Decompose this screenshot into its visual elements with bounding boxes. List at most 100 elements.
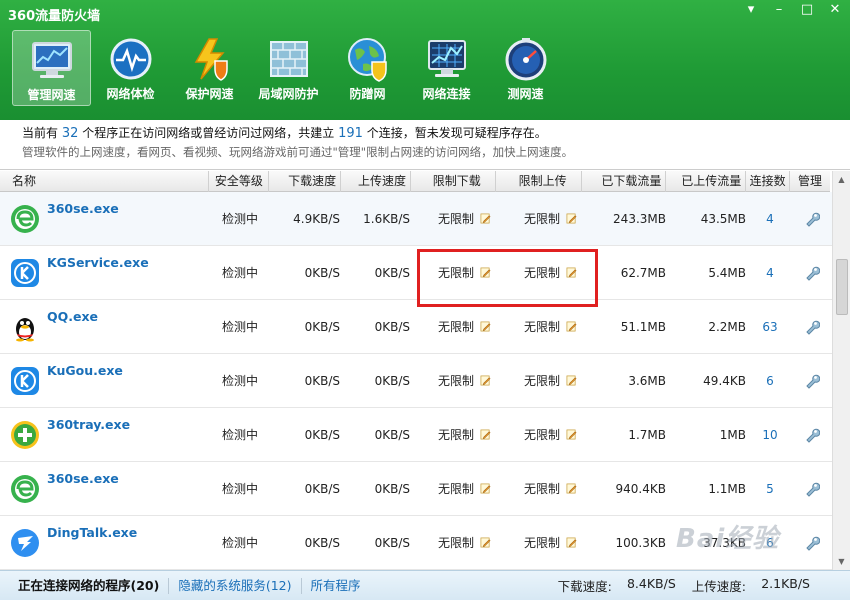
col-name[interactable]: 名称 (0, 171, 210, 192)
cell-limit-upload[interactable]: 无限制 (497, 462, 583, 516)
cell-downloaded: 243.3MB (613, 211, 666, 226)
cell-manage[interactable] (792, 354, 832, 408)
edit-pencil-icon[interactable] (480, 321, 491, 332)
cell-security: 检测中 (221, 428, 258, 442)
limit-download-value: 无限制 (437, 536, 474, 550)
edit-pencil-icon[interactable] (566, 375, 577, 386)
program-name[interactable]: 360se.exe (47, 201, 119, 216)
edit-pencil-icon[interactable] (566, 537, 577, 548)
cell-manage[interactable] (792, 408, 832, 462)
edit-pencil-icon[interactable] (480, 213, 491, 224)
table-row[interactable]: 360se.exe 检测中 4.9KB/S 1.6KB/S 无限制 无限制 243.3MB 4… (0, 192, 832, 246)
tool-network-check[interactable]: 网络体检 (91, 30, 170, 106)
edit-pencil-icon[interactable] (480, 537, 491, 548)
col-downloaded[interactable]: 已下载流量 (582, 171, 667, 192)
edit-pencil-icon[interactable] (566, 483, 577, 494)
cell-limit-upload[interactable]: 无限制 (497, 516, 583, 570)
col-upload-speed[interactable]: 上传速度 (341, 171, 411, 192)
tool-anti-leech[interactable]: 防蹭网 (328, 30, 407, 106)
cell-download-speed: 0KB/S (304, 481, 340, 496)
tool-net-connections[interactable]: 网络连接 (407, 30, 486, 106)
360se-icon (10, 474, 40, 504)
cell-limit-upload[interactable]: 无限制 (497, 354, 583, 408)
wrench-icon[interactable] (804, 481, 820, 497)
cell-manage[interactable] (792, 246, 832, 300)
cell-manage[interactable] (792, 192, 832, 246)
limit-download-value: 无限制 (437, 320, 474, 334)
summary-bar: 当前有 32 个程序正在访问网络或曾经访问过网络，共建立 191 个连接，暂未发… (0, 120, 850, 170)
program-name[interactable]: DingTalk.exe (47, 525, 137, 540)
cell-limit-download[interactable]: 无限制 (412, 192, 497, 246)
wrench-icon[interactable] (804, 535, 820, 551)
edit-pencil-icon[interactable] (480, 375, 491, 386)
cell-limit-upload[interactable]: 无限制 (497, 408, 583, 462)
tab-hidden-services[interactable]: 隐藏的系统服务(12) (169, 577, 302, 594)
menu-dropdown-button[interactable]: ▾ (744, 2, 758, 17)
upload-speed-value: 2.1KB/S (761, 576, 810, 591)
edit-pencil-icon[interactable] (566, 213, 577, 224)
table-row[interactable]: KGService.exe 检测中 0KB/S 0KB/S 无限制 无限制 62.7MB 5.… (0, 246, 832, 300)
col-limit-upload[interactable]: 限制上传 (496, 171, 582, 192)
table-row[interactable]: 360tray.exe 检测中 0KB/S 0KB/S 无限制 无限制 1.7MB 1MB 10 (0, 408, 832, 462)
wrench-icon[interactable] (804, 373, 820, 389)
tool-manage-speed[interactable]: 管理网速 (12, 30, 91, 106)
edit-pencil-icon[interactable] (480, 429, 491, 440)
wrench-icon[interactable] (804, 427, 820, 443)
tool-protect-speed[interactable]: 保护网速 (170, 30, 249, 106)
cell-connections[interactable]: 4 (748, 246, 792, 300)
tool-lan-protect[interactable]: 局域网防护 (249, 30, 328, 106)
col-security[interactable]: 安全等级 (209, 171, 270, 192)
cell-connections[interactable]: 10 (748, 408, 792, 462)
limit-download-value: 无限制 (437, 374, 474, 388)
cell-upload-speed: 0KB/S (374, 265, 410, 280)
wrench-icon[interactable] (804, 211, 820, 227)
cell-limit-download[interactable]: 无限制 (412, 300, 497, 354)
edit-pencil-icon[interactable] (480, 483, 491, 494)
scroll-up-arrow[interactable]: ▲ (833, 171, 850, 188)
cell-limit-download[interactable]: 无限制 (412, 354, 497, 408)
cell-connections[interactable]: 63 (748, 300, 792, 354)
table-row[interactable]: KuGou.exe 检测中 0KB/S 0KB/S 无限制 无限制 3.6MB 49.4KB 6 (0, 354, 832, 408)
cell-connections[interactable]: 5 (748, 462, 792, 516)
vertical-scrollbar[interactable]: ▲ ▼ (832, 171, 850, 570)
cell-connections[interactable]: 6 (748, 354, 792, 408)
edit-pencil-icon[interactable] (566, 321, 577, 332)
table-row[interactable]: QQ.exe 检测中 0KB/S 0KB/S 无限制 无限制 51.1MB 2.2MB 63 (0, 300, 832, 354)
maximize-button[interactable]: □ (800, 2, 814, 17)
cell-upload-speed: 0KB/S (374, 535, 410, 550)
table-row[interactable]: 360se.exe 检测中 0KB/S 0KB/S 无限制 无限制 940.4KB 1.1MB… (0, 462, 832, 516)
edit-pencil-icon[interactable] (566, 429, 577, 440)
cell-limit-upload[interactable]: 无限制 (497, 192, 583, 246)
tab-connected-programs[interactable]: 正在连接网络的程序(20) (0, 577, 170, 594)
wrench-icon[interactable] (804, 265, 820, 281)
cell-manage[interactable] (792, 462, 832, 516)
heartbeat-globe-icon (110, 38, 151, 80)
scroll-down-arrow[interactable]: ▼ (833, 553, 850, 570)
cell-limit-download[interactable]: 无限制 (412, 408, 497, 462)
wrench-icon[interactable] (804, 319, 820, 335)
cell-limit-upload[interactable]: 无限制 (497, 300, 583, 354)
program-name[interactable]: QQ.exe (47, 309, 98, 324)
cell-manage[interactable] (792, 516, 832, 570)
cell-downloaded: 100.3KB (615, 535, 666, 550)
cell-limit-download[interactable]: 无限制 (412, 516, 497, 570)
col-connections[interactable]: 连接数 (746, 171, 791, 192)
tab-all-programs[interactable]: 所有程序 (302, 578, 370, 594)
scroll-thumb[interactable] (836, 259, 848, 315)
cell-manage[interactable] (792, 300, 832, 354)
program-name[interactable]: KGService.exe (47, 255, 149, 270)
col-download-speed[interactable]: 下载速度 (269, 171, 342, 192)
program-name[interactable]: KuGou.exe (47, 363, 123, 378)
close-button[interactable]: ✕ (828, 2, 842, 17)
cell-connections[interactable]: 4 (748, 192, 792, 246)
program-name[interactable]: 360se.exe (47, 471, 119, 486)
kugou-icon (10, 258, 40, 288)
col-uploaded[interactable]: 已上传流量 (666, 171, 747, 192)
cell-limit-download[interactable]: 无限制 (412, 462, 497, 516)
col-manage[interactable]: 管理 (790, 171, 830, 192)
col-limit-download[interactable]: 限制下载 (411, 171, 496, 192)
minimize-button[interactable]: – (772, 2, 786, 17)
program-name[interactable]: 360tray.exe (47, 417, 130, 432)
360-safe-icon (10, 420, 40, 450)
tool-speed-test[interactable]: 测网速 (486, 30, 565, 106)
